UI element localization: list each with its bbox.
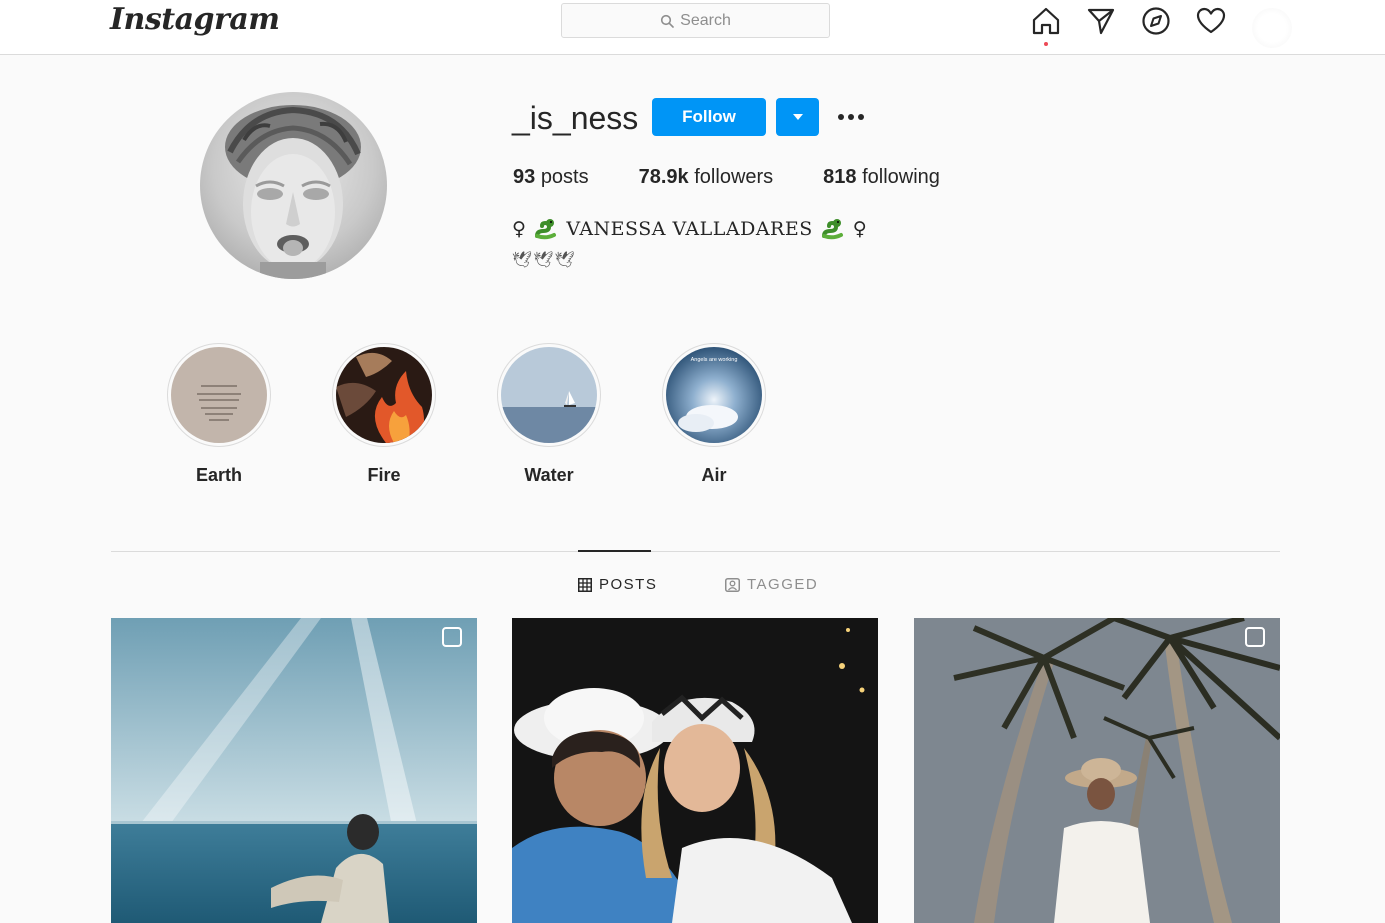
active-tab-indicator: [578, 550, 651, 552]
female-sign-icon: ♀: [512, 218, 527, 240]
highlight-air[interactable]: Angels are working Air: [661, 343, 767, 486]
post-image-sea-rays: [111, 618, 477, 923]
post-image-two-friends: [512, 618, 878, 923]
air-cover-caption: Angels are working: [691, 357, 738, 363]
activity-heart-icon[interactable]: [1196, 6, 1226, 36]
highlight-ring: Angels are working: [662, 343, 766, 447]
posts-count: 93: [513, 166, 536, 188]
highlight-label: Air: [701, 465, 727, 485]
highlight-label: Earth: [195, 465, 242, 485]
tab-tagged-label: TAGGED: [747, 576, 819, 593]
profile-avatar-nav[interactable]: [1252, 8, 1292, 48]
highlight-earth-cover: [171, 347, 267, 443]
highlight-fire-cover: [336, 347, 432, 443]
more-options-button[interactable]: [836, 104, 866, 130]
tab-posts-label: POSTS: [599, 576, 658, 593]
highlight-label: Fire: [367, 465, 401, 485]
followers-label: followers: [694, 166, 774, 188]
ellipsis-icon: [838, 114, 864, 120]
caret-down-icon: [792, 114, 803, 120]
statue-head-image: [225, 105, 361, 279]
highlight-water[interactable]: Water: [496, 343, 602, 486]
search-icon: [661, 14, 674, 28]
highlight-fire[interactable]: Fire: [331, 343, 437, 486]
following-stat[interactable]: 818 following: [823, 166, 940, 189]
home-icon[interactable]: [1031, 6, 1061, 36]
post-image-palm-trees: [914, 618, 1280, 923]
search-placeholder: Search: [680, 11, 731, 29]
post-thumbnail[interactable]: [512, 618, 878, 923]
top-nav: Instagram Search: [0, 0, 1385, 55]
highlight-ring: [332, 343, 436, 447]
highlight-ring: [497, 343, 601, 447]
snake-emoji-icon: [821, 219, 843, 240]
highlight-earth[interactable]: Earth: [166, 343, 272, 486]
following-label: following: [862, 166, 940, 188]
following-count: 818: [823, 166, 857, 188]
tab-tagged[interactable]: TAGGED: [725, 576, 818, 593]
highlight-water-cover: [501, 347, 597, 443]
explore-icon[interactable]: [1141, 6, 1171, 36]
highlight-air-cover: Angels are working: [666, 347, 762, 443]
snake-emoji-icon: [535, 219, 557, 240]
follow-button[interactable]: Follow: [652, 98, 766, 136]
bio-dove-emojis: 🕊🕊🕊: [512, 252, 576, 269]
instagram-logo[interactable]: Instagram: [110, 2, 280, 37]
post-thumbnail[interactable]: [111, 618, 477, 923]
tab-posts[interactable]: POSTS: [578, 576, 657, 593]
female-sign-icon: ♀: [852, 218, 868, 240]
profile-picture[interactable]: [200, 92, 387, 279]
bio-full-name: ♀ VANESSA VALLADARES ♀: [512, 218, 867, 240]
bio-name-text: VANESSA VALLADARES: [566, 218, 813, 240]
post-thumbnail[interactable]: [914, 618, 1280, 923]
profile-stats: 93 posts 78.9k followers 818 following: [513, 166, 990, 189]
suggested-accounts-dropdown-button[interactable]: [776, 98, 819, 136]
highlight-ring: [167, 343, 271, 447]
followers-count: 78.9k: [638, 166, 689, 188]
profile-username: _is_ness: [512, 100, 639, 136]
highlight-label: Water: [524, 465, 574, 485]
grid-icon: [578, 577, 592, 592]
tagged-person-icon: [725, 577, 740, 592]
tabs-divider: [111, 551, 1280, 552]
notification-dot: [1044, 42, 1048, 46]
search-input[interactable]: Search: [561, 3, 830, 38]
followers-stat[interactable]: 78.9k followers: [639, 166, 774, 189]
direct-icon[interactable]: [1086, 6, 1116, 36]
posts-stat: 93 posts: [513, 166, 589, 189]
posts-label: posts: [540, 166, 589, 188]
